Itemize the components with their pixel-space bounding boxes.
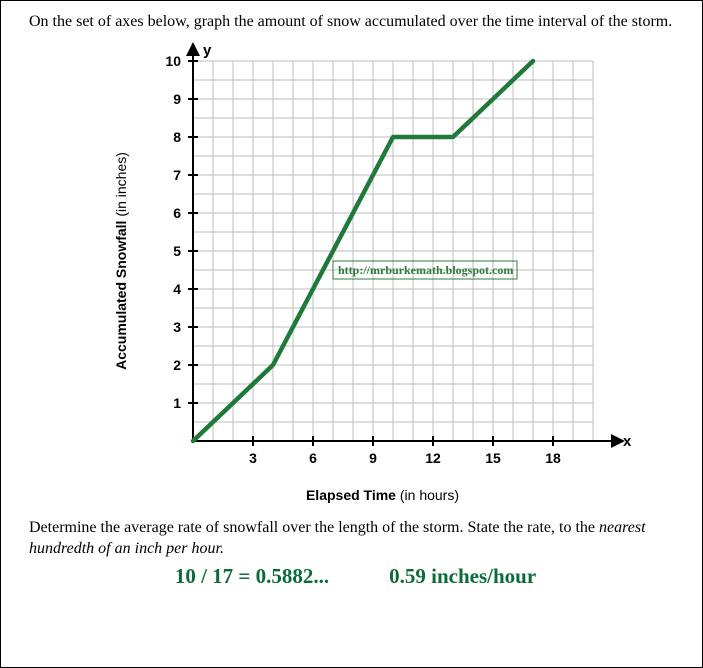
y-tick-labels: 1 2 3 4 5 6 7 8 9 10: [165, 53, 181, 411]
svg-text:2: 2: [173, 357, 181, 373]
worksheet-page: On the set of axes below, graph the amou…: [0, 0, 703, 668]
snowfall-chart: 1 2 3 4 5 6 7 8 9 10 3 6 9 12: [133, 41, 633, 481]
svg-text:10: 10: [165, 53, 181, 69]
y-axis-label-rest: (in inches): [113, 152, 129, 220]
svg-text:5: 5: [173, 243, 181, 259]
y-axis-label-bold: Accumulated Snowfall: [113, 220, 129, 369]
x-axis-label-rest: (in hours): [396, 487, 459, 503]
svg-text:9: 9: [173, 91, 181, 107]
answer-value: 0.59 inches/hour: [389, 564, 536, 589]
x-axis-label: Elapsed Time (in hours): [83, 487, 682, 503]
watermark-text: http://mrburkemath.blogspot.com: [338, 263, 513, 277]
svg-text:1: 1: [173, 395, 181, 411]
svg-text:6: 6: [309, 450, 317, 466]
y-axis-label: Accumulated Snowfall (in inches): [113, 152, 129, 370]
answer-row: 10 / 17 = 0.5882... 0.59 inches/hour: [29, 564, 682, 589]
svg-text:12: 12: [425, 450, 441, 466]
svg-text:18: 18: [545, 450, 561, 466]
x-axis-label-bold: Elapsed Time: [306, 487, 396, 503]
svg-text:8: 8: [173, 129, 181, 145]
svg-text:9: 9: [369, 450, 377, 466]
svg-text:3: 3: [173, 319, 181, 335]
svg-text:4: 4: [173, 281, 181, 297]
svg-text:3: 3: [249, 450, 257, 466]
question-prompt: On the set of axes below, graph the amou…: [29, 11, 682, 33]
svg-text:7: 7: [173, 167, 181, 183]
svg-text:6: 6: [173, 205, 181, 221]
question-2: Determine the average rate of snowfall o…: [29, 517, 682, 560]
answer-calculation: 10 / 17 = 0.5882...: [175, 564, 329, 589]
chart-area: Accumulated Snowfall (in inches): [59, 41, 682, 481]
y-axis-letter: y: [203, 42, 212, 59]
question-2-text-a: Determine the average rate of snowfall o…: [29, 519, 599, 536]
svg-text:15: 15: [485, 450, 501, 466]
x-axis-letter: x: [623, 433, 632, 450]
x-tick-labels: 3 6 9 12 15 18: [249, 450, 561, 466]
y-axis-label-wrap: Accumulated Snowfall (in inches): [109, 253, 133, 269]
